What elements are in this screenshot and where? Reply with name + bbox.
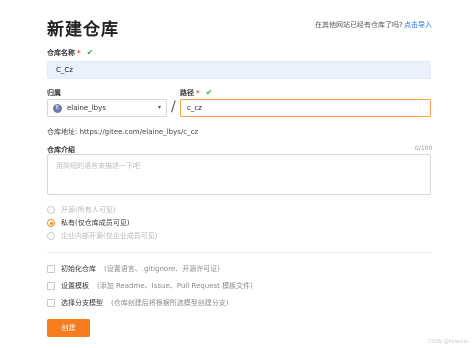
option-hint: (仅仓库成员可见) bbox=[75, 219, 130, 227]
chevron-down-icon: ▾ bbox=[157, 104, 161, 111]
path-input[interactable]: c_cz bbox=[180, 99, 431, 117]
avatar: E bbox=[53, 104, 62, 113]
option-label: 开源 bbox=[61, 206, 75, 214]
init-repo-option[interactable]: 初始化仓库 (设置语言、.gitignore、开源许可证) bbox=[47, 264, 220, 274]
checkbox-icon[interactable] bbox=[47, 265, 55, 273]
visibility-option-private[interactable]: 私有 (仅仓库成员可见) bbox=[47, 218, 129, 228]
repo-name-input[interactable]: C_Cz bbox=[47, 61, 431, 79]
repo-address: 仓库地址: https://gitee.com/elaine_lbys/c_cz bbox=[47, 127, 198, 137]
import-question: 在其他网站已经有仓库了吗? bbox=[315, 21, 403, 29]
repo-name-label-row: 仓库名称 * ✔ bbox=[47, 48, 93, 58]
option-label: 设置模板 bbox=[61, 282, 89, 290]
divider bbox=[47, 252, 431, 253]
option-hint: (设置语言、.gitignore、开源许可证) bbox=[104, 265, 220, 273]
check-icon: ✔ bbox=[86, 48, 94, 57]
option-label: 私有 bbox=[61, 219, 75, 227]
option-label: 初始化仓库 bbox=[61, 265, 96, 273]
check-icon: ✔ bbox=[205, 88, 213, 97]
option-hint: (仅企业成员可见) bbox=[103, 232, 158, 240]
create-button[interactable]: 创建 bbox=[47, 319, 90, 337]
visibility-option-public[interactable]: 开源 (所有人可见) bbox=[47, 205, 115, 215]
radio-icon bbox=[47, 232, 55, 240]
option-hint: (添加 Readme、Issue、Pull Request 模板文件) bbox=[97, 282, 253, 290]
radio-icon bbox=[47, 206, 55, 214]
page-title: 新建仓库 bbox=[47, 20, 119, 40]
watermark: CSDN @Pxiaoliu bbox=[427, 339, 468, 345]
option-label: 企业内部开源 bbox=[61, 232, 103, 240]
visibility-option-enterprise[interactable]: 企业内部开源 (仅企业成员可见) bbox=[47, 231, 157, 241]
option-hint: (所有人可见) bbox=[75, 206, 116, 214]
path-label: 路径 bbox=[180, 89, 194, 97]
checkbox-icon[interactable] bbox=[47, 282, 55, 290]
checkbox-icon[interactable] bbox=[47, 299, 55, 307]
repo-name-label: 仓库名称 bbox=[47, 49, 75, 57]
owner-select[interactable]: E elaine_lbys ▾ bbox=[47, 99, 167, 117]
path-separator: / bbox=[171, 99, 176, 115]
option-hint: (仓库创建后将根据所选模型创建分支) bbox=[111, 299, 229, 307]
option-label: 选择分支模型 bbox=[61, 299, 103, 307]
repo-address-url: https://gitee.com/elaine_lbys/c_cz bbox=[79, 128, 199, 136]
template-option[interactable]: 设置模板 (添加 Readme、Issue、Pull Request 模板文件) bbox=[47, 281, 253, 291]
import-link[interactable]: 点击导入 bbox=[404, 20, 432, 30]
branch-model-option[interactable]: 选择分支模型 (仓库创建后将根据所选模型创建分支) bbox=[47, 298, 228, 308]
required-mark: * bbox=[196, 89, 200, 97]
path-label-row: 路径 * ✔ bbox=[180, 88, 212, 98]
required-mark: * bbox=[77, 49, 81, 57]
radio-selected-icon bbox=[47, 219, 55, 227]
char-counter: 0/100 bbox=[415, 145, 433, 152]
owner-label: 归属 bbox=[47, 89, 61, 97]
repo-address-label: 仓库地址: bbox=[47, 128, 78, 136]
description-textarea[interactable]: 用简短的语言来描述一下吧 bbox=[47, 154, 431, 195]
owner-value: elaine_lbys bbox=[67, 104, 106, 112]
